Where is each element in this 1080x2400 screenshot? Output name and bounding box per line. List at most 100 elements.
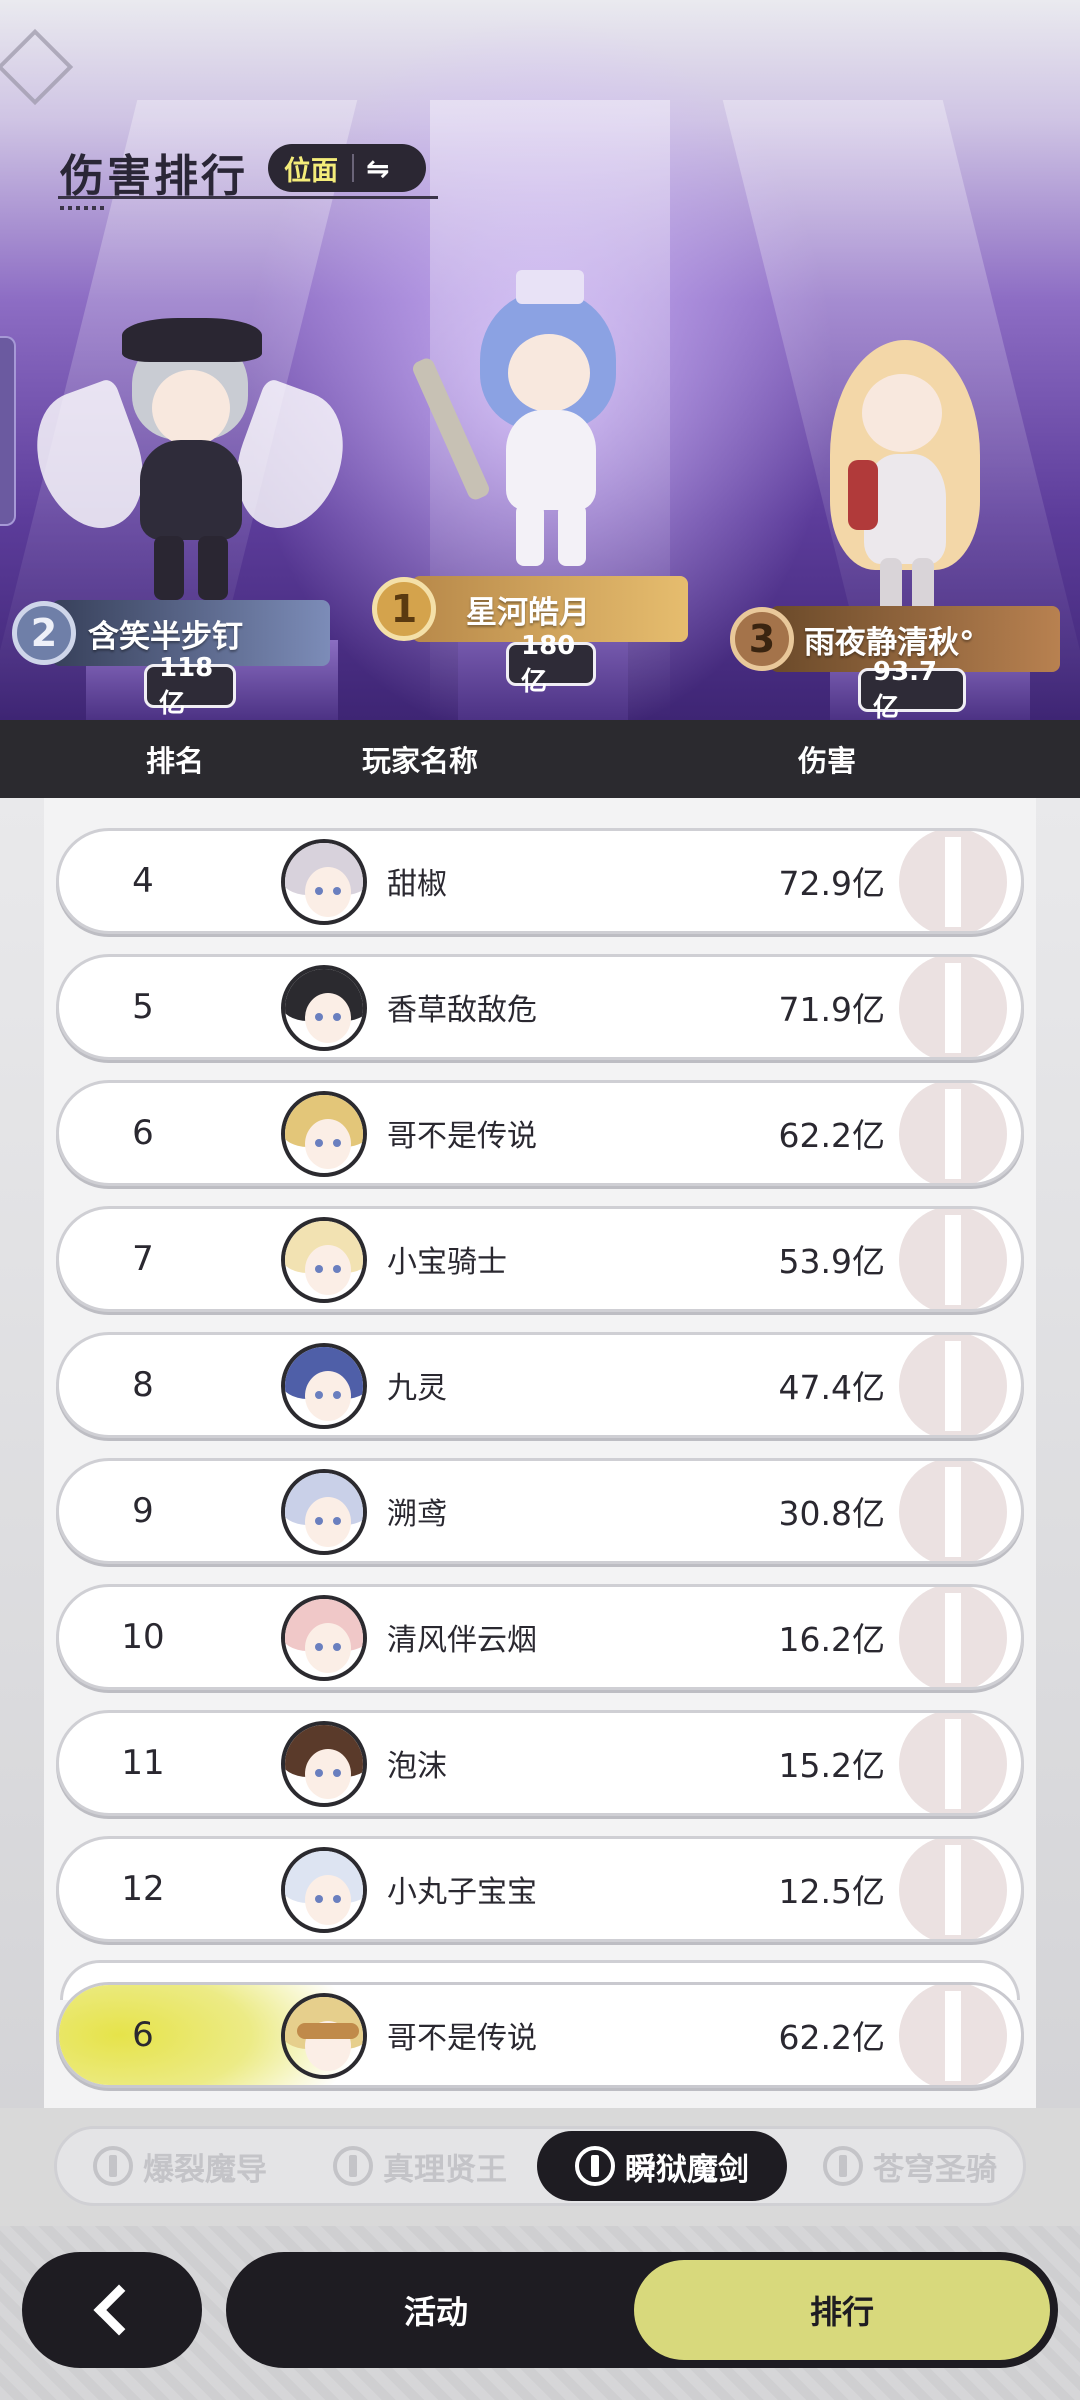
crest-watermark-icon — [899, 1083, 1007, 1183]
pirate-hat — [122, 318, 262, 362]
podium-name-3: 雨夜静清秋° — [804, 624, 975, 661]
tab-instant-sword[interactable]: 瞬狱魔剑 — [537, 2131, 787, 2201]
chevron-left-icon — [93, 2284, 145, 2336]
ranking-tab-button[interactable]: 排行 — [634, 2260, 1050, 2360]
podium-name-2: 含笑半步钉 — [88, 618, 243, 655]
medal-1-icon: 1 — [372, 577, 436, 641]
face — [508, 334, 590, 412]
row-player-name: 甜椒 — [387, 867, 447, 902]
row-player-name: 九灵 — [387, 1371, 447, 1406]
sky-paladin-icon — [823, 2146, 863, 2186]
crest-watermark-icon — [899, 1335, 1007, 1435]
row-damage: 71.9亿 — [778, 990, 885, 1029]
crest-watermark-icon — [899, 957, 1007, 1057]
table-row[interactable]: 7 小宝骑士 53.9亿 — [56, 1206, 1024, 1312]
column-header-damage: 伤害 — [798, 744, 857, 778]
character-rank-2[interactable] — [19, 300, 361, 620]
row-damage: 62.2亿 — [778, 1116, 885, 1155]
tab-explosive-mage[interactable]: 爆裂魔导 — [67, 2129, 293, 2203]
cape — [848, 460, 878, 530]
avatar — [281, 965, 367, 1051]
table-row[interactable]: 12 小丸子宝宝 12.5亿 — [56, 1836, 1024, 1942]
side-drawer-handle[interactable] — [0, 336, 16, 526]
row-rank: 10 — [121, 1617, 165, 1657]
podium-damage-3: 93.7亿 — [858, 657, 966, 720]
robe — [506, 410, 596, 510]
class-tab-bar: 爆裂魔导 真理贤王 瞬狱魔剑 苍穹圣骑 — [54, 2126, 1026, 2206]
mode-label: 位面 — [284, 155, 338, 187]
column-header-player: 玩家名称 — [362, 744, 479, 778]
table-row[interactable]: 5 香草敌敌危 71.9亿 — [56, 954, 1024, 1060]
row-rank: 8 — [132, 1365, 154, 1405]
table-row[interactable]: 10 清风伴云烟 16.2亿 — [56, 1584, 1024, 1690]
avatar — [281, 1721, 367, 1807]
tab-truth-sage[interactable]: 真理贤王 — [307, 2129, 533, 2203]
page-title: 伤害排行 — [60, 151, 248, 202]
crest-watermark-icon — [899, 1985, 1007, 2085]
row-player-name: 小丸子宝宝 — [387, 1875, 537, 1910]
title-dots — [60, 206, 106, 210]
tab-label: 爆裂魔导 — [143, 2151, 267, 2188]
crest-watermark-icon — [899, 1209, 1007, 1309]
medal-2-icon: 2 — [12, 601, 76, 665]
instant-sword-icon — [575, 2146, 615, 2186]
swap-icon: ⇋ — [366, 151, 390, 185]
row-player-name: 泡沫 — [387, 1749, 447, 1784]
my-player-name: 哥不是传说 — [387, 2021, 537, 2056]
truth-sage-icon — [333, 2146, 373, 2186]
segmented-control: 活动 排行 — [226, 2252, 1058, 2368]
podium-header: 伤害排行 位面 ⇋ 2 含笑半步钉 118亿 1 星河皓月 180亿 3 雨夜静… — [0, 0, 1080, 720]
avatar — [281, 1217, 367, 1303]
mode-divider — [352, 154, 354, 182]
crest-watermark-icon — [899, 1587, 1007, 1687]
podium-damage-1: 180亿 — [506, 631, 596, 697]
avatar — [281, 1993, 367, 2079]
tab-label: 苍穹圣骑 — [873, 2151, 997, 2188]
avatar — [281, 1847, 367, 1933]
crest-watermark-icon — [899, 1713, 1007, 1813]
table-row[interactable]: 4 甜椒 72.9亿 — [56, 828, 1024, 934]
mode-toggle-button[interactable]: 位面 ⇋ — [268, 144, 426, 192]
row-player-name: 哥不是传说 — [387, 1119, 537, 1154]
avatar — [281, 839, 367, 925]
explosive-mage-icon — [93, 2146, 133, 2186]
tab-label: 真理贤王 — [383, 2151, 507, 2188]
leg — [558, 504, 586, 566]
row-damage: 47.4亿 — [778, 1368, 885, 1407]
table-row[interactable]: 6 哥不是传说 62.2亿 — [56, 1080, 1024, 1186]
row-damage: 72.9亿 — [778, 864, 885, 903]
diamond-ornament-icon — [0, 28, 74, 106]
row-rank: 7 — [132, 1239, 154, 1279]
face — [152, 370, 230, 446]
table-row[interactable]: 11 泡沫 15.2亿 — [56, 1710, 1024, 1816]
row-rank: 5 — [132, 987, 154, 1027]
activity-tab-button[interactable]: 活动 — [226, 2252, 646, 2368]
row-rank: 11 — [121, 1743, 165, 1783]
crest-watermark-icon — [899, 1461, 1007, 1561]
crest-watermark-icon — [899, 1839, 1007, 1939]
table-row[interactable]: 8 九灵 47.4亿 — [56, 1332, 1024, 1438]
row-rank: 12 — [121, 1869, 165, 1909]
avatar — [281, 1595, 367, 1681]
leg — [198, 536, 228, 600]
row-damage: 12.5亿 — [778, 1872, 885, 1911]
row-damage: 16.2亿 — [778, 1620, 885, 1659]
row-rank: 9 — [132, 1491, 154, 1531]
character-rank-1[interactable] — [410, 270, 680, 570]
crest-watermark-icon — [899, 831, 1007, 931]
row-damage: 15.2亿 — [778, 1746, 885, 1785]
back-button[interactable] — [22, 2252, 202, 2368]
avatar — [281, 1469, 367, 1555]
tab-sky-paladin[interactable]: 苍穹圣骑 — [797, 2129, 1023, 2203]
my-damage: 62.2亿 — [778, 2018, 885, 2057]
my-rank-row[interactable]: 6 哥不是传说 62.2亿 — [56, 1982, 1024, 2088]
ranking-table-header: 排名 玩家名称 伤害 — [0, 720, 1080, 798]
leg — [516, 504, 544, 566]
title-underline — [58, 196, 438, 199]
my-rank: 6 — [132, 2015, 154, 2055]
leg — [154, 536, 184, 600]
character-rank-3[interactable] — [790, 330, 1030, 620]
table-row[interactable]: 9 溯鸢 30.8亿 — [56, 1458, 1024, 1564]
podium-damage-2: 118亿 — [144, 653, 236, 719]
avatar — [281, 1343, 367, 1429]
